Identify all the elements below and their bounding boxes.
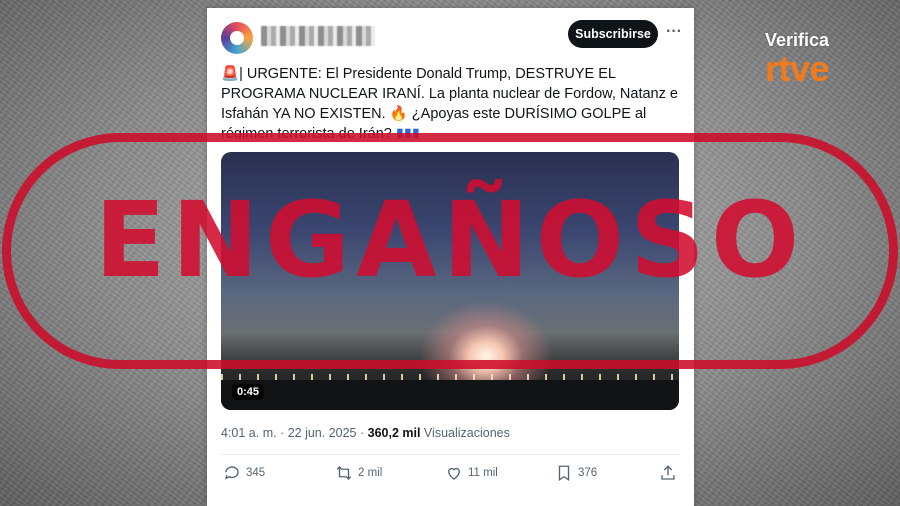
blurred-username[interactable] — [261, 26, 375, 46]
brand-line2: rtve — [765, 48, 830, 89]
like-count: 11 mil — [468, 467, 498, 479]
views-label: Visualizaciones — [420, 426, 510, 440]
rtve-verifica-logo: Verifica rtve — [765, 30, 885, 87]
share-button[interactable] — [659, 464, 677, 482]
repost-button[interactable]: 2 mil — [335, 464, 382, 482]
views-count: 360,2 mil — [367, 426, 421, 440]
divider — [221, 454, 680, 455]
siren-icon: 🚨 — [221, 66, 240, 82]
repost-icon — [336, 466, 352, 480]
like-button[interactable]: 11 mil — [445, 464, 498, 482]
bookmark-count: 376 — [578, 467, 598, 479]
more-options-icon[interactable]: ··· — [666, 23, 682, 41]
avatar[interactable] — [221, 22, 253, 54]
post-timestamp[interactable]: 4:01 a. m. · 22 jun. 2025 · — [221, 426, 368, 440]
bookmark-button[interactable]: 376 — [555, 464, 597, 482]
stamp-label: ENGAÑOSO — [94, 179, 806, 301]
action-bar: 345 2 mil 11 mil 376 — [221, 464, 681, 488]
tweet-text: | URGENTE: El Presidente Donald Trump, D… — [221, 66, 678, 138]
reply-icon — [224, 466, 239, 480]
like-icon — [448, 467, 460, 480]
reply-count: 345 — [246, 467, 266, 479]
horizon-ground — [221, 380, 679, 410]
post-metadata: 4:01 a. m. · 22 jun. 2025 · 360,2 mil Vi… — [221, 426, 510, 440]
share-icon — [661, 465, 675, 480]
video-duration-badge: 0:45 — [232, 384, 265, 400]
repost-count: 2 mil — [358, 467, 383, 479]
bookmark-icon — [558, 465, 570, 482]
reply-button[interactable]: 345 — [223, 464, 265, 482]
subscribe-button[interactable]: Subscribirse — [568, 20, 658, 48]
tweet-text-block: 🚨| URGENTE: El Presidente Donald Trump, … — [221, 64, 681, 138]
